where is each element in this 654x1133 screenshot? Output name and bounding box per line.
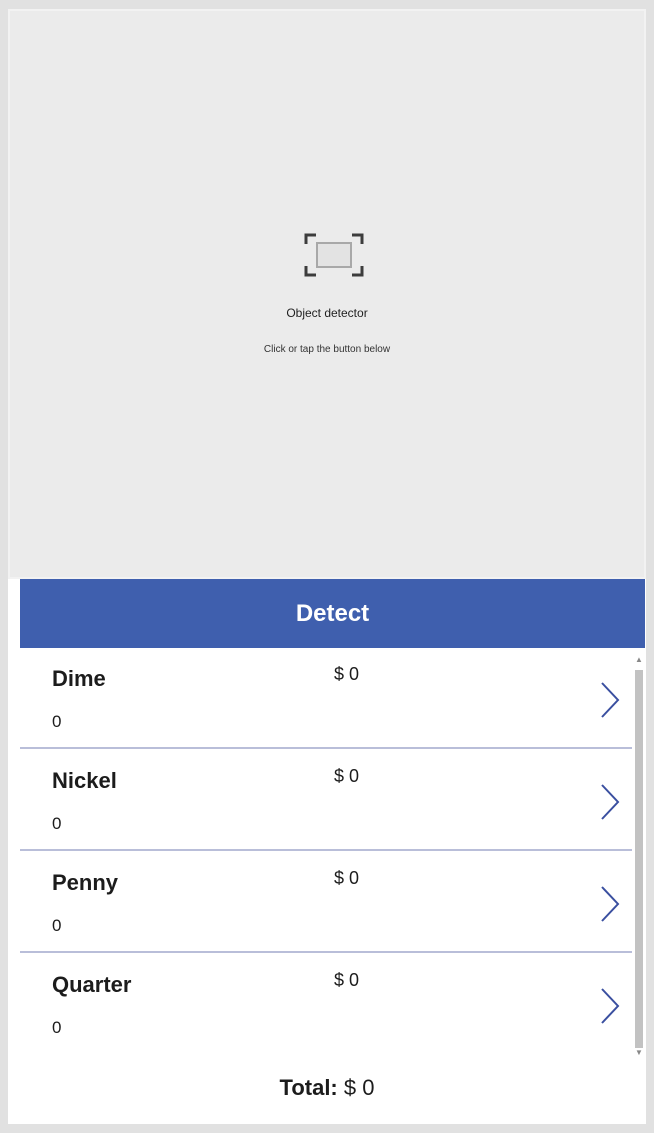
coin-row-penny[interactable]: Penny 0 $ 0: [20, 852, 632, 953]
list-scrollbar[interactable]: ▲ ▼: [632, 654, 646, 1059]
chevron-right-icon[interactable]: [598, 680, 622, 720]
detector-title: Object detector: [286, 306, 368, 320]
detector-hint: Click or tap the button below: [263, 344, 391, 355]
coin-value: $ 0: [334, 766, 360, 786]
chevron-right-icon[interactable]: [598, 986, 622, 1026]
coin-value: $ 0: [334, 868, 360, 888]
coin-name: Dime: [52, 666, 106, 691]
coin-row-dime[interactable]: Dime 0 $ 0: [20, 648, 632, 749]
coin-count: 0: [52, 916, 62, 935]
coin-name: Nickel: [52, 768, 117, 793]
coin-name: Penny: [52, 870, 119, 895]
coin-value: $ 0: [334, 664, 360, 684]
coin-name: Quarter: [52, 972, 132, 997]
coin-row-quarter[interactable]: Quarter 0 $ 0: [20, 954, 632, 1055]
camera-frame-icon: [304, 233, 364, 277]
coin-count: 0: [52, 712, 62, 731]
coin-value: $ 0: [334, 970, 360, 990]
detect-button[interactable]: Detect: [20, 579, 645, 648]
coin-count: 0: [52, 1018, 62, 1037]
chevron-right-icon[interactable]: [598, 884, 622, 924]
total-summary: Total: $ 0: [8, 1075, 646, 1101]
app-screen: Object detector Click or tap the button …: [8, 9, 646, 1124]
scroll-down-arrow-icon[interactable]: ▼: [632, 1047, 646, 1059]
coin-list: Dime 0 $ 0 Nickel 0 $ 0 Penny 0 $ 0 Quar…: [20, 648, 632, 1055]
coin-row-nickel[interactable]: Nickel 0 $ 0: [20, 750, 632, 851]
scroll-up-arrow-icon[interactable]: ▲: [632, 654, 646, 666]
total-label: Total:: [279, 1075, 338, 1100]
total-value: $ 0: [343, 1075, 375, 1100]
coin-count: 0: [52, 814, 62, 833]
scrollbar-thumb[interactable]: [635, 670, 643, 1048]
object-detector-panel[interactable]: Object detector Click or tap the button …: [8, 9, 646, 579]
chevron-right-icon[interactable]: [598, 782, 622, 822]
